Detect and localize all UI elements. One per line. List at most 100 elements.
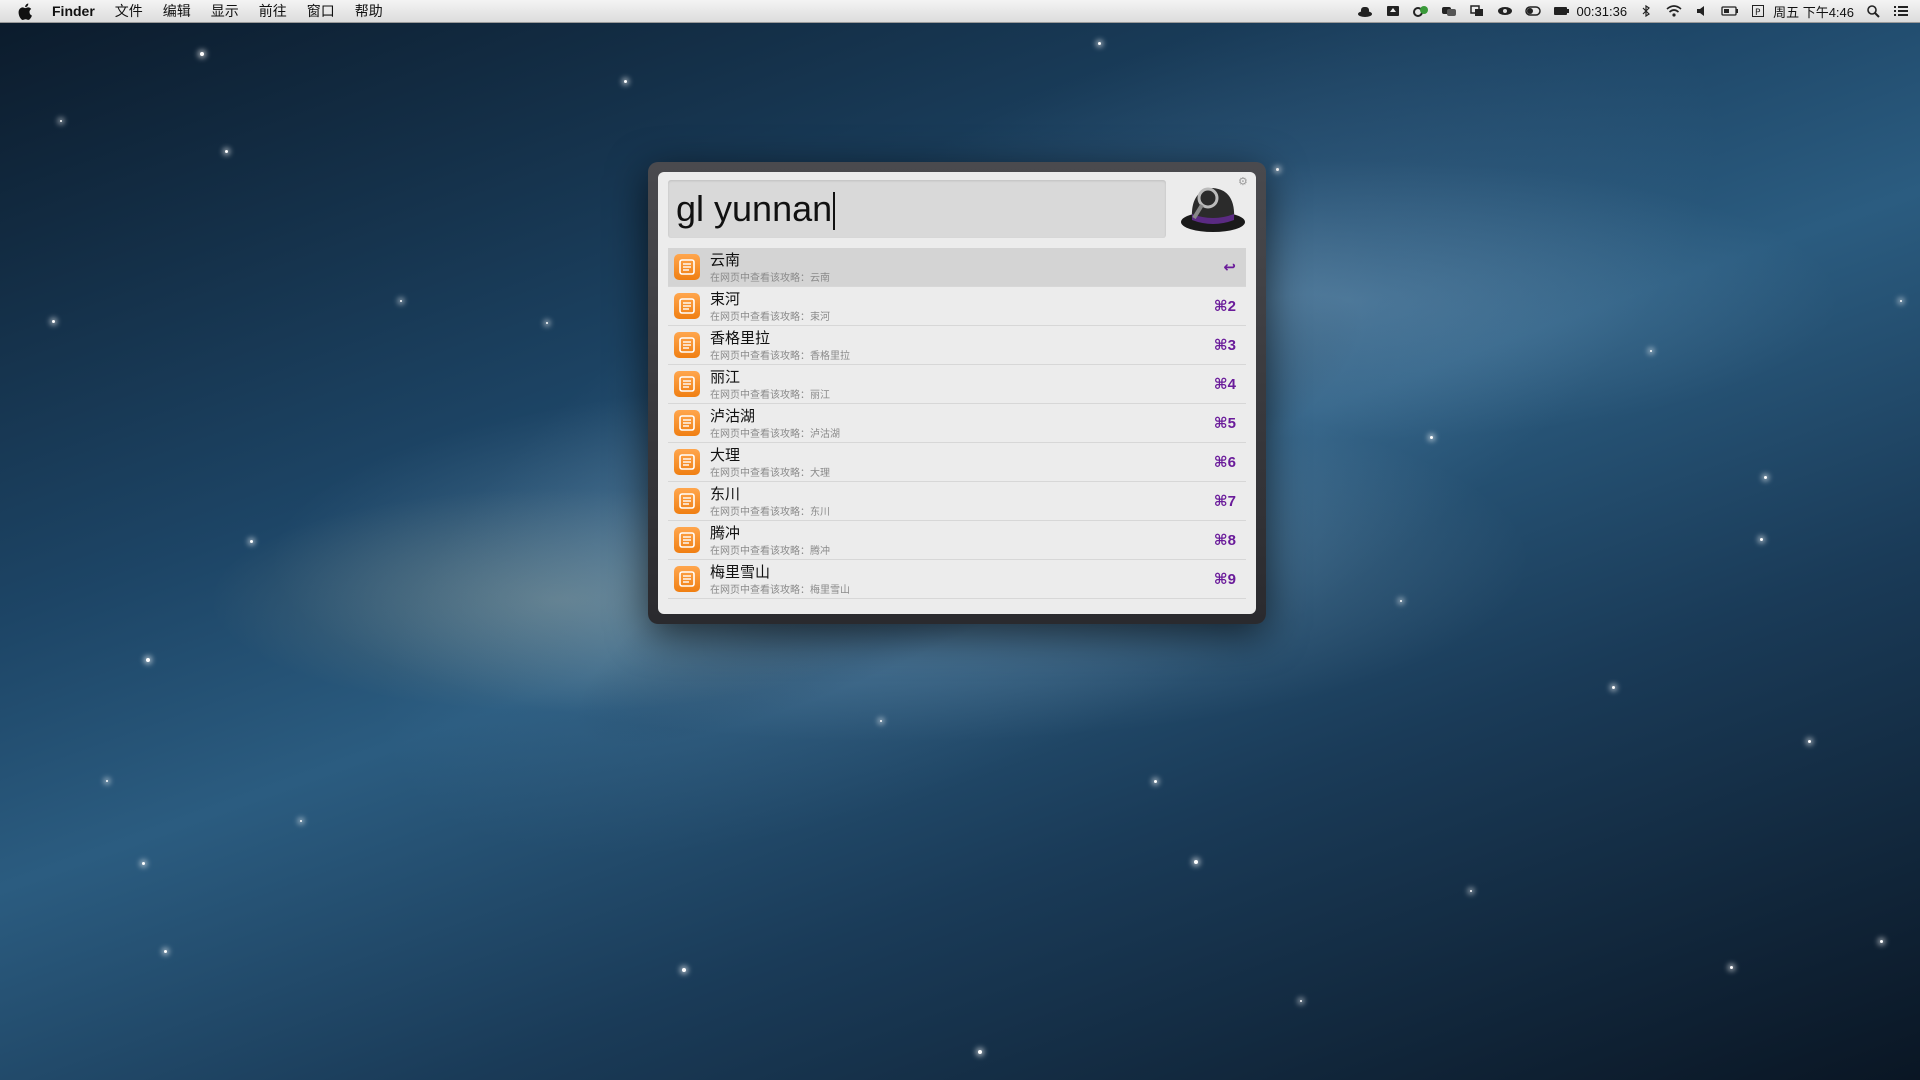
chat-icon[interactable]: [1440, 4, 1458, 18]
menu-view[interactable]: 显示: [211, 1, 239, 21]
alfred-status-icon[interactable]: [1356, 4, 1374, 18]
guide-icon: [674, 449, 700, 475]
star: [546, 322, 548, 324]
star: [225, 150, 228, 153]
menu-go[interactable]: 前往: [259, 1, 287, 21]
timer-text[interactable]: 00:31:36: [1576, 4, 1627, 19]
menu-finder[interactable]: Finder: [52, 3, 95, 19]
alfred-panel: ⚙ gl yunnan 云南 在网页中查看该攻略：云南 ↩ 束河 在网页中查看该攻略：束…: [658, 172, 1256, 614]
alfred-hat-icon[interactable]: [1178, 180, 1248, 238]
battery-icon[interactable]: [1721, 4, 1739, 18]
star: [1194, 860, 1198, 864]
guide-icon: [674, 254, 700, 280]
result-row[interactable]: 丽江 在网页中查看该攻略：丽江 ⌘4: [668, 365, 1246, 404]
result-shortcut: ⌘5: [1213, 415, 1236, 432]
star: [1730, 966, 1733, 969]
result-row[interactable]: 香格里拉 在网页中查看该攻略：香格里拉 ⌘3: [668, 326, 1246, 365]
eye-icon[interactable]: [1496, 4, 1514, 18]
spotlight-search-icon[interactable]: [1864, 4, 1882, 18]
result-row[interactable]: 腾冲 在网页中查看该攻略：腾冲 ⌘8: [668, 521, 1246, 560]
star: [250, 540, 253, 543]
guide-icon: [674, 332, 700, 358]
result-row[interactable]: 束河 在网页中查看该攻略：束河 ⌘2: [668, 287, 1246, 326]
star: [1300, 1000, 1302, 1002]
star: [880, 720, 882, 722]
star: [1764, 476, 1767, 479]
star: [164, 950, 167, 953]
star: [200, 52, 204, 56]
result-shortcut: ⌘4: [1213, 376, 1236, 393]
result-title: 束河: [710, 291, 741, 308]
result-shortcut: ⌘6: [1213, 454, 1236, 471]
guide-icon: [674, 566, 700, 592]
result-row[interactable]: 泸沽湖在网页中查看该攻略：泸沽湖 ⌘5: [668, 404, 1246, 443]
volume-icon[interactable]: [1693, 4, 1711, 18]
battery-timer-icon[interactable]: [1552, 4, 1570, 18]
star: [1650, 350, 1652, 352]
search-input[interactable]: gl yunnan: [676, 188, 836, 231]
windows-icon[interactable]: [1468, 4, 1486, 18]
star: [106, 780, 108, 782]
result-title: 梅里雪山: [710, 564, 771, 581]
result-row[interactable]: 梅里雪山在网页中查看该攻略：梅里雪山 ⌘9: [668, 560, 1246, 599]
star: [142, 862, 145, 865]
results-list: 云南 在网页中查看该攻略：云南 ↩ 束河 在网页中查看该攻略：束河 ⌘2 香格里拉 在网页中查…: [668, 248, 1248, 602]
bluetooth-icon[interactable]: [1637, 4, 1655, 18]
text-caret: [833, 192, 836, 231]
star: [1400, 600, 1402, 602]
svg-text:P: P: [1755, 8, 1761, 17]
star: [1808, 740, 1811, 743]
result-shortcut: ⌘9: [1213, 571, 1236, 588]
alfred-window: ⚙ gl yunnan 云南 在网页中查看该攻略：云南 ↩ 束河 在网页中查看该攻略：束…: [648, 162, 1266, 624]
guide-icon: [674, 293, 700, 319]
result-subtitle: 在网页中查看该攻略：泸沽湖: [710, 429, 840, 440]
toggle-icon[interactable]: [1524, 4, 1542, 18]
result-shortcut: ⌘3: [1213, 337, 1236, 354]
result-subtitle: 在网页中查看该攻略：云南: [710, 273, 830, 284]
result-subtitle: 在网页中查看该攻略：大理: [710, 468, 830, 479]
apple-menu-icon[interactable]: [18, 2, 36, 20]
result-shortcut: ↩: [1223, 259, 1236, 276]
star: [682, 968, 686, 972]
result-title: 泸沽湖: [710, 408, 756, 425]
result-subtitle: 在网页中查看该攻略：香格里拉: [710, 351, 850, 362]
star: [52, 320, 55, 323]
sync-icon[interactable]: [1412, 4, 1430, 18]
upload-icon[interactable]: [1384, 4, 1402, 18]
result-subtitle: 在网页中查看该攻略：束河: [710, 312, 830, 323]
menu-help[interactable]: 帮助: [355, 1, 383, 21]
wifi-icon[interactable]: [1665, 4, 1683, 18]
notification-center-icon[interactable]: [1892, 4, 1910, 18]
star: [1760, 538, 1763, 541]
result-subtitle: 在网页中查看该攻略：东川: [710, 507, 830, 518]
star: [1430, 436, 1433, 439]
star: [400, 300, 402, 302]
guide-icon: [674, 371, 700, 397]
star: [146, 658, 150, 662]
star: [1154, 780, 1157, 783]
menubar-clock[interactable]: 周五 下午4:46: [1773, 2, 1854, 21]
result-title: 东川: [710, 486, 741, 503]
star: [1470, 890, 1472, 892]
input-method-icon[interactable]: P: [1749, 4, 1767, 18]
result-row[interactable]: 云南在网页中查看该攻略：云南 ↩: [668, 248, 1246, 287]
menu-bar: Finder 文件 编辑 显示 前往 窗口 帮助 00:31:36 P 周五 下…: [0, 0, 1920, 23]
result-row[interactable]: 东川 在网页中查看该攻略：东川 ⌘7: [668, 482, 1246, 521]
result-subtitle: 在网页中查看该攻略：梅里雪山: [710, 585, 850, 596]
menu-window[interactable]: 窗口: [307, 1, 335, 21]
star: [60, 120, 62, 122]
result-title: 云南: [710, 252, 741, 269]
star: [1098, 42, 1101, 45]
guide-icon: [674, 488, 700, 514]
result-row[interactable]: 大理 在网页中查看该攻略：大理 ⌘6: [668, 443, 1246, 482]
star: [1276, 168, 1279, 171]
star: [1900, 300, 1902, 302]
result-subtitle: 在网页中查看该攻略：腾冲: [710, 546, 830, 557]
result-subtitle: 在网页中查看该攻略：丽江: [710, 390, 830, 401]
star: [978, 1050, 982, 1054]
star: [1880, 940, 1883, 943]
result-title: 腾冲: [710, 525, 741, 542]
search-field[interactable]: gl yunnan: [668, 180, 1166, 238]
menu-edit[interactable]: 编辑: [163, 1, 191, 21]
menu-file[interactable]: 文件: [115, 1, 143, 21]
